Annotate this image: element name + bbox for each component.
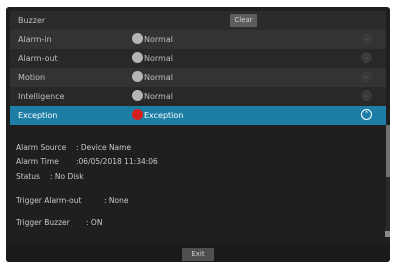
trigger-buzzer-row: Trigger Buzzer : ON: [16, 218, 102, 227]
alarm-row-alarm-out[interactable]: Alarm-out Normal ⌄: [10, 49, 386, 68]
alarm-row-motion[interactable]: Motion Normal ⌄: [10, 68, 386, 87]
buzzer-label: Buzzer: [18, 16, 46, 25]
expand-chevron-icon[interactable]: ⌄: [361, 33, 372, 44]
alarm-source-row: Alarm Source : Device Name: [16, 143, 131, 152]
trigger-alarm-out-label: Trigger Alarm-out: [16, 196, 82, 205]
alarm-type-label: Alarm-in: [18, 35, 52, 44]
trigger-buzzer-label: Trigger Buzzer: [16, 218, 70, 227]
alarm-status-window: Buzzer Clear Alarm-in Normal ⌄ Alarm-out…: [6, 7, 390, 262]
alarm-type-label: Exception: [18, 111, 58, 120]
clear-button[interactable]: Clear: [230, 14, 257, 27]
alarm-type-label: Intelligence: [18, 92, 65, 101]
status-dot-icon: [132, 33, 143, 44]
scrollbar-thumb[interactable]: [386, 125, 390, 177]
status-value: : No Disk: [50, 172, 84, 181]
alarm-source-value: : Device Name: [76, 143, 132, 152]
alarm-status-text: Normal: [144, 35, 173, 44]
scroll-down-arrow-icon[interactable]: [385, 231, 390, 237]
alarm-row-exception[interactable]: Exception Exception ⌃: [10, 106, 386, 125]
trigger-buzzer-value: : ON: [86, 218, 103, 227]
alarm-row-intelligence[interactable]: Intelligence Normal ⌄: [10, 87, 386, 106]
status-label: Status: [16, 172, 40, 181]
status-dot-icon: [132, 52, 143, 63]
alarm-status-text: Normal: [144, 73, 173, 82]
alarm-row-alarm-in[interactable]: Alarm-in Normal ⌄: [10, 30, 386, 49]
expand-chevron-icon[interactable]: ⌄: [361, 52, 372, 63]
alarm-source-label: Alarm Source: [16, 143, 67, 152]
alarm-type-label: Motion: [18, 73, 46, 82]
status-dot-icon: [132, 71, 143, 82]
alarm-time-label: Alarm Time: [16, 157, 59, 166]
status-dot-icon: [132, 109, 143, 120]
trigger-alarm-out-row: Trigger Alarm-out : None: [16, 196, 128, 205]
buzzer-header-row: Buzzer Clear: [10, 11, 386, 30]
alarm-type-label: Alarm-out: [18, 54, 58, 63]
status-row: Status : No Disk: [16, 172, 84, 181]
exit-button[interactable]: Exit: [182, 248, 214, 261]
collapse-chevron-icon[interactable]: ⌃: [361, 109, 372, 120]
alarm-status-text: Exception: [144, 111, 184, 120]
alarm-status-text: Normal: [144, 92, 173, 101]
alarm-status-text: Normal: [144, 54, 173, 63]
expand-chevron-icon[interactable]: ⌄: [361, 90, 372, 101]
trigger-alarm-out-value: : None: [104, 196, 129, 205]
alarm-time-value: :06/05/2018 11:34:06: [76, 157, 158, 166]
alarm-time-row: Alarm Time :06/05/2018 11:34:06: [16, 157, 158, 166]
expand-chevron-icon[interactable]: ⌄: [361, 71, 372, 82]
status-dot-icon: [132, 90, 143, 101]
